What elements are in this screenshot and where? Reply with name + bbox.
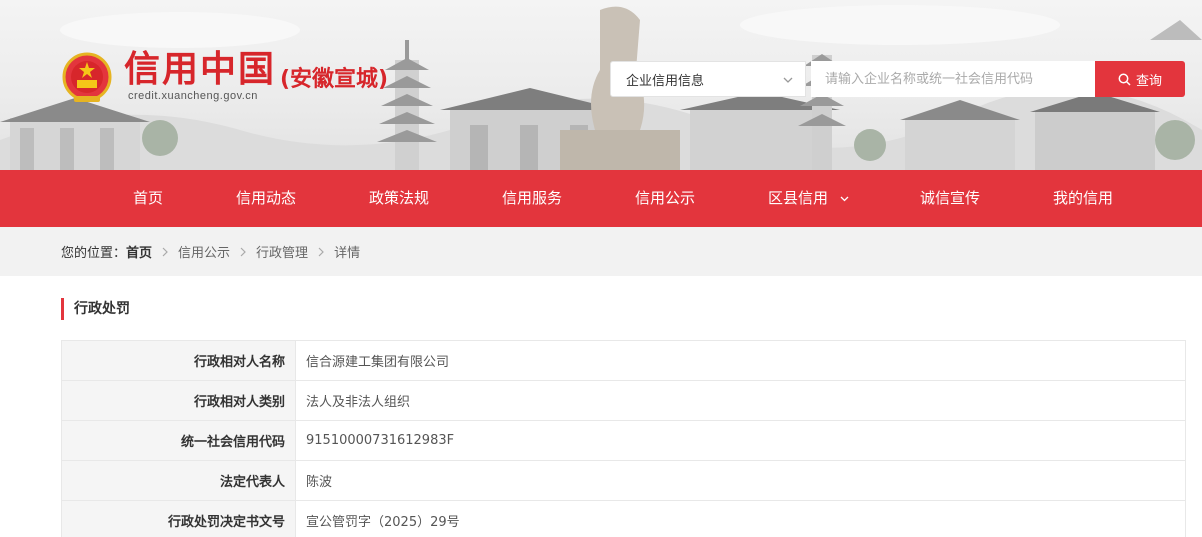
chevron-down-icon <box>840 196 849 202</box>
chevron-right-icon <box>240 247 246 256</box>
search-icon <box>1118 73 1131 86</box>
field-value: 法人及非法人组织 <box>295 380 1186 421</box>
nav-item-credit-news[interactable]: 信用动态 <box>236 170 296 227</box>
nav-item-county-credit[interactable]: 区县信用 <box>768 170 850 227</box>
table-row: 行政相对人类别 法人及非法人组织 <box>61 380 1186 421</box>
table-row: 统一社会信用代码 91510000731612983F <box>61 420 1186 461</box>
table-row: 法定代表人 陈波 <box>61 460 1186 501</box>
section-title: 行政处罚 <box>61 298 130 320</box>
chevron-down-icon <box>783 77 793 83</box>
chevron-right-icon <box>318 247 324 256</box>
breadcrumb-details: 详情 <box>334 246 361 261</box>
main-nav: 首页 信用动态 政策法规 信用服务 信用公示 区县信用 诚信宣传 我的信用 <box>0 170 1202 227</box>
penalty-details-table: 行政相对人名称 信合源建工集团有限公司 行政相对人类别 法人及非法人组织 统一社… <box>61 340 1186 537</box>
table-row: 行政相对人名称 信合源建工集团有限公司 <box>61 340 1186 381</box>
field-label: 行政相对人名称 <box>61 340 296 381</box>
nav-item-credit-services[interactable]: 信用服务 <box>502 170 562 227</box>
field-label: 统一社会信用代码 <box>61 420 296 461</box>
field-value: 信合源建工集团有限公司 <box>295 340 1186 381</box>
site-region: (安徽宣城) <box>280 67 389 92</box>
breadcrumb: 您的位置： 首页 信用公示 行政管理 详情 <box>0 227 1202 276</box>
breadcrumb-credit-disclosure[interactable]: 信用公示 <box>178 242 230 261</box>
breadcrumb-admin-management[interactable]: 行政管理 <box>256 242 308 261</box>
search-button-label: 查询 <box>1135 73 1162 89</box>
search-category-value: 企业信用信息 <box>626 73 705 89</box>
field-value: 陈波 <box>295 460 1186 501</box>
search-button[interactable]: 查询 <box>1095 61 1185 97</box>
national-emblem-icon <box>62 52 112 102</box>
search-input[interactable] <box>811 61 1095 97</box>
site-title: 信用中国 <box>124 49 277 90</box>
nav-item-integrity-promotion[interactable]: 诚信宣传 <box>920 170 980 227</box>
nav-item-policies[interactable]: 政策法规 <box>369 170 429 227</box>
table-row: 行政处罚决定书文号 宣公管罚字（2025）29号 <box>61 500 1186 537</box>
field-value: 宣公管罚字（2025）29号 <box>295 500 1186 537</box>
search-category-select[interactable]: 企业信用信息 <box>610 61 806 97</box>
chevron-right-icon <box>162 247 168 256</box>
header-banner: 信用中国 (安徽宣城) credit.xuancheng.gov.cn 企业信用… <box>0 0 1202 170</box>
field-label: 法定代表人 <box>61 460 296 501</box>
field-value: 91510000731612983F <box>295 420 1186 461</box>
nav-item-my-credit[interactable]: 我的信用 <box>1053 170 1113 227</box>
field-label: 行政相对人类别 <box>61 380 296 421</box>
nav-item-credit-disclosure[interactable]: 信用公示 <box>635 170 695 227</box>
breadcrumb-prefix: 您的位置： <box>61 246 127 261</box>
breadcrumb-home[interactable]: 首页 <box>126 242 152 261</box>
nav-item-home[interactable]: 首页 <box>133 170 163 227</box>
site-domain: credit.xuancheng.gov.cn <box>128 90 258 102</box>
field-label: 行政处罚决定书文号 <box>61 500 296 537</box>
